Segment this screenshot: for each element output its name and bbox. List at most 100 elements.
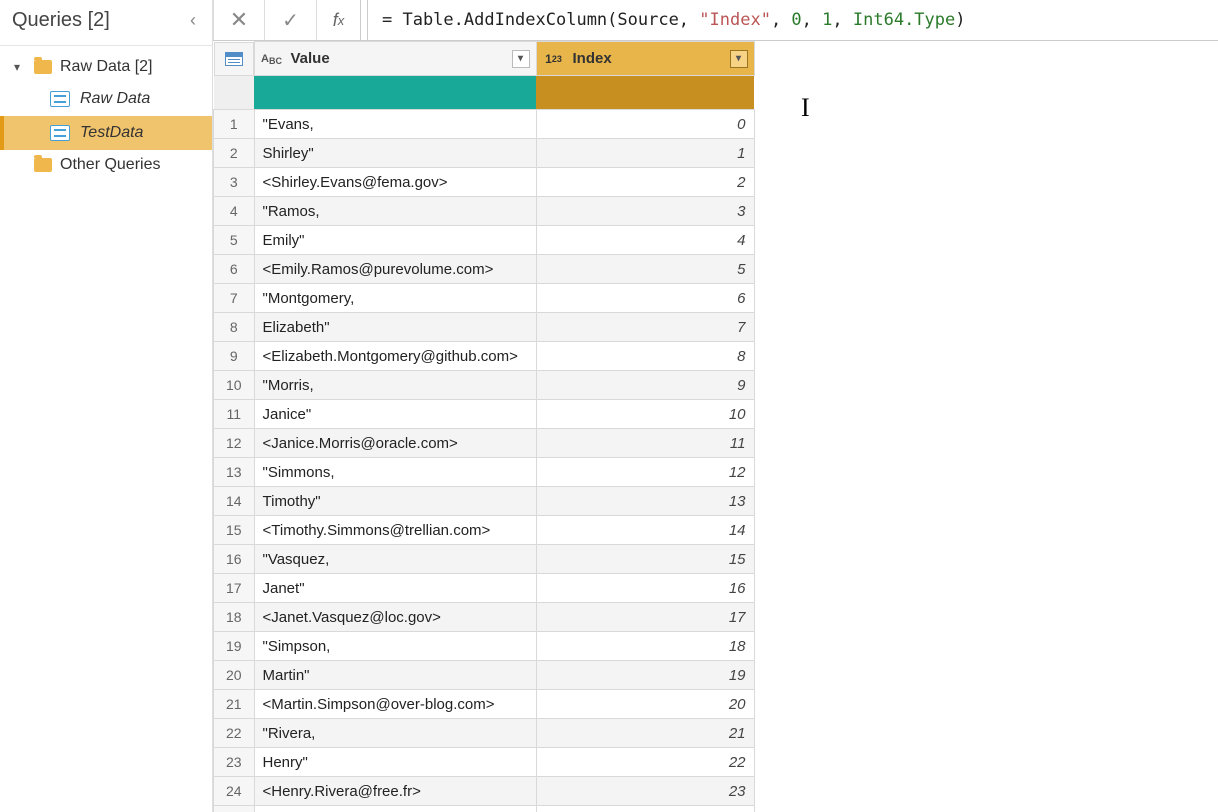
cell-value[interactable]: "Evans, [254,110,536,139]
column-filter-button[interactable]: ▾ [512,50,530,68]
cell-index[interactable]: 8 [536,342,754,371]
row-number[interactable]: 22 [214,719,255,748]
cell-value[interactable]: "Simmons, [254,458,536,487]
row-number[interactable]: 10 [214,371,255,400]
cell-index[interactable]: 3 [536,197,754,226]
formula-input[interactable]: = Table.AddIndexColumn(Source, "Index", … [367,0,1218,40]
row-number[interactable]: 8 [214,313,255,342]
row-number[interactable]: 13 [214,458,255,487]
table-row[interactable]: 10"Morris,9 [214,371,755,400]
table-row[interactable]: 17Janet"16 [214,574,755,603]
table-row[interactable]: 13"Simmons,12 [214,458,755,487]
cell-value[interactable]: "Simpson, [254,632,536,661]
row-number[interactable]: 2 [214,139,255,168]
row-number[interactable]: 16 [214,545,255,574]
table-row[interactable]: 12<Janice.Morris@oracle.com>11 [214,429,755,458]
table-row[interactable]: 5Emily"4 [214,226,755,255]
cell-value[interactable]: "Morris, [254,371,536,400]
row-number[interactable]: 21 [214,690,255,719]
table-row[interactable]: 22"Rivera,21 [214,719,755,748]
table-row[interactable]: 6<Emily.Ramos@purevolume.com>5 [214,255,755,284]
cell-index[interactable]: 0 [536,110,754,139]
cell-index[interactable]: 7 [536,313,754,342]
cell-value[interactable]: "Montgomery, [254,284,536,313]
cell-index[interactable]: 1 [536,139,754,168]
cell-index[interactable]: 6 [536,284,754,313]
table-row[interactable]: 7"Montgomery,6 [214,284,755,313]
query-item-raw-data[interactable]: Raw Data [0,82,212,116]
cell-value[interactable]: Timothy" [254,487,536,516]
cell-index[interactable]: 24 [536,806,754,812]
row-number[interactable]: 20 [214,661,255,690]
cell-index[interactable]: 11 [536,429,754,458]
column-filter-button[interactable]: ▾ [730,50,748,68]
cell-value[interactable]: <Timothy.Simmons@trellian.com> [254,516,536,545]
table-row[interactable]: 9<Elizabeth.Montgomery@github.com>8 [214,342,755,371]
cell-value[interactable]: "Ramos, [254,197,536,226]
cell-index[interactable]: 12 [536,458,754,487]
cell-value[interactable]: Shirley" [254,139,536,168]
table-select-all[interactable] [214,42,254,76]
row-number[interactable]: 25 [214,806,255,812]
cell-value[interactable]: "Rivera, [254,719,536,748]
cell-index[interactable]: 10 [536,400,754,429]
cell-value[interactable]: Emily" [254,226,536,255]
cell-index[interactable]: 2 [536,168,754,197]
cell-value[interactable]: <Janet.Vasquez@loc.gov> [254,603,536,632]
table-row[interactable]: 16"Vasquez,15 [214,545,755,574]
cell-value[interactable]: <Shirley.Evans@fema.gov> [254,168,536,197]
cell-index[interactable]: 14 [536,516,754,545]
cell-index[interactable]: 21 [536,719,754,748]
cell-value[interactable]: "Vasquez, [254,545,536,574]
cell-index[interactable]: 19 [536,661,754,690]
table-row[interactable]: 24<Henry.Rivera@free.fr>23 [214,777,755,806]
row-number[interactable]: 1 [214,110,255,139]
table-row[interactable]: 8Elizabeth"7 [214,313,755,342]
row-number[interactable]: 18 [214,603,255,632]
row-number[interactable]: 3 [214,168,255,197]
table-row[interactable]: 1"Evans,0 [214,110,755,139]
cell-index[interactable]: 15 [536,545,754,574]
cell-value[interactable]: <Henry.Rivera@free.fr> [254,777,536,806]
row-number[interactable]: 12 [214,429,255,458]
group-raw-data[interactable]: ▾ Raw Data [2] [0,52,212,82]
table-row[interactable]: 23Henry"22 [214,748,755,777]
cell-index[interactable]: 23 [536,777,754,806]
row-number[interactable]: 9 [214,342,255,371]
cancel-formula-button[interactable]: ✕ [213,0,265,40]
cell-index[interactable]: 17 [536,603,754,632]
column-header-value[interactable]: Value ▾ [254,42,536,76]
column-header-index[interactable]: 123 Index ▾ [536,42,754,76]
row-number[interactable]: 17 [214,574,255,603]
cell-index[interactable]: 20 [536,690,754,719]
group-other-queries[interactable]: Other Queries [0,150,212,180]
cell-value[interactable]: <Emily.Ramos@purevolume.com> [254,255,536,284]
cell-index[interactable]: 9 [536,371,754,400]
cell-index[interactable]: 16 [536,574,754,603]
cell-value[interactable]: Janet" [254,574,536,603]
table-row[interactable]: 18<Janet.Vasquez@loc.gov>17 [214,603,755,632]
row-number[interactable]: 24 [214,777,255,806]
cell-value[interactable]: Elizabeth" [254,313,536,342]
accept-formula-button[interactable]: ✓ [265,0,317,40]
row-number[interactable]: 14 [214,487,255,516]
table-row[interactable]: 25"Martinez,24 [214,806,755,812]
table-row[interactable]: 14Timothy"13 [214,487,755,516]
table-row[interactable]: 2Shirley"1 [214,139,755,168]
cell-value[interactable]: <Janice.Morris@oracle.com> [254,429,536,458]
query-item-testdata[interactable]: TestData [0,116,212,150]
cell-value[interactable]: Henry" [254,748,536,777]
table-row[interactable]: 11Janice"10 [214,400,755,429]
row-number[interactable]: 15 [214,516,255,545]
cell-value[interactable]: "Martinez, [254,806,536,812]
cell-value[interactable]: <Elizabeth.Montgomery@github.com> [254,342,536,371]
table-row[interactable]: 3<Shirley.Evans@fema.gov>2 [214,168,755,197]
row-number[interactable]: 4 [214,197,255,226]
cell-index[interactable]: 22 [536,748,754,777]
table-row[interactable]: 19"Simpson,18 [214,632,755,661]
row-number[interactable]: 7 [214,284,255,313]
table-row[interactable]: 20Martin"19 [214,661,755,690]
row-number[interactable]: 23 [214,748,255,777]
cell-value[interactable]: <Martin.Simpson@over-blog.com> [254,690,536,719]
table-row[interactable]: 15<Timothy.Simmons@trellian.com>14 [214,516,755,545]
